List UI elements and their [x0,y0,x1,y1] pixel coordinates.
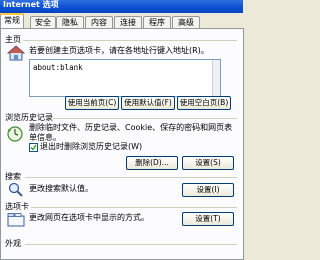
search-description: 更改搜索默认值。 [29,184,93,193]
history-clock-icon [6,125,24,145]
tabs-description: 更改网页在选项卡中显示的方式。 [29,213,149,222]
magnifier-icon [8,182,24,200]
tabs-separator [31,207,237,208]
search-group-title: 搜索 [5,172,21,181]
history-group-title: 浏览历史记录 [5,113,53,122]
title-bar: Internet 选项 [0,0,243,13]
homepage-url[interactable]: about:blank [33,63,83,72]
homepage-separator [23,40,237,41]
homepage-group-title: 主页 [5,35,21,44]
homepage-address-box[interactable]: about:blank [29,59,221,97]
delete-on-exit-checkbox[interactable] [29,143,38,152]
history-description: 删除临时文件、历史记录、Cookie、保存的密码和网页表单信息。 [29,123,233,142]
history-settings-button[interactable]: 设置(S) [182,156,234,170]
use-default-button[interactable]: 使用默认值(F) [121,96,175,110]
tab-programs[interactable]: 程序 [143,16,171,28]
use-blank-button[interactable]: 使用空白页(B) [177,96,231,110]
house-icon [6,45,26,63]
tabs-icon [7,213,25,229]
tab-content[interactable]: 内容 [85,16,113,28]
tabs-settings-button[interactable]: 设置(T) [182,212,234,226]
history-separator [53,118,237,119]
tab-connections[interactable]: 连接 [114,16,142,28]
homepage-description: 若要创建主页选项卡，请在各地址行键入地址(R)。 [29,46,209,55]
tab-strip: 常规 安全 隐私 内容 连接 程序 高级 [0,13,243,30]
tab-security[interactable]: 安全 [30,16,56,28]
search-separator [25,177,237,178]
window-title: Internet 选项 [3,0,59,9]
use-current-button[interactable]: 使用当前页(C) [65,96,119,110]
tab-advanced[interactable]: 高级 [172,16,200,28]
search-settings-button[interactable]: 设置(I) [182,183,234,197]
tabs-group-title: 选项卡 [5,202,29,211]
delete-on-exit-label[interactable]: 退出时删除浏览历史记录(W) [40,142,230,152]
address-box-scrollbar[interactable] [212,60,220,96]
appearance-group-title: 外观 [5,239,21,248]
general-tab-panel: 主页 若要创建主页选项卡，请在各地址行键入地址(R)。 about:blank … [0,28,244,260]
appearance-separator [25,244,237,245]
checkmark-icon [30,144,37,151]
tab-privacy[interactable]: 隐私 [56,16,84,28]
delete-history-button[interactable]: 删除(D)... [126,156,178,170]
